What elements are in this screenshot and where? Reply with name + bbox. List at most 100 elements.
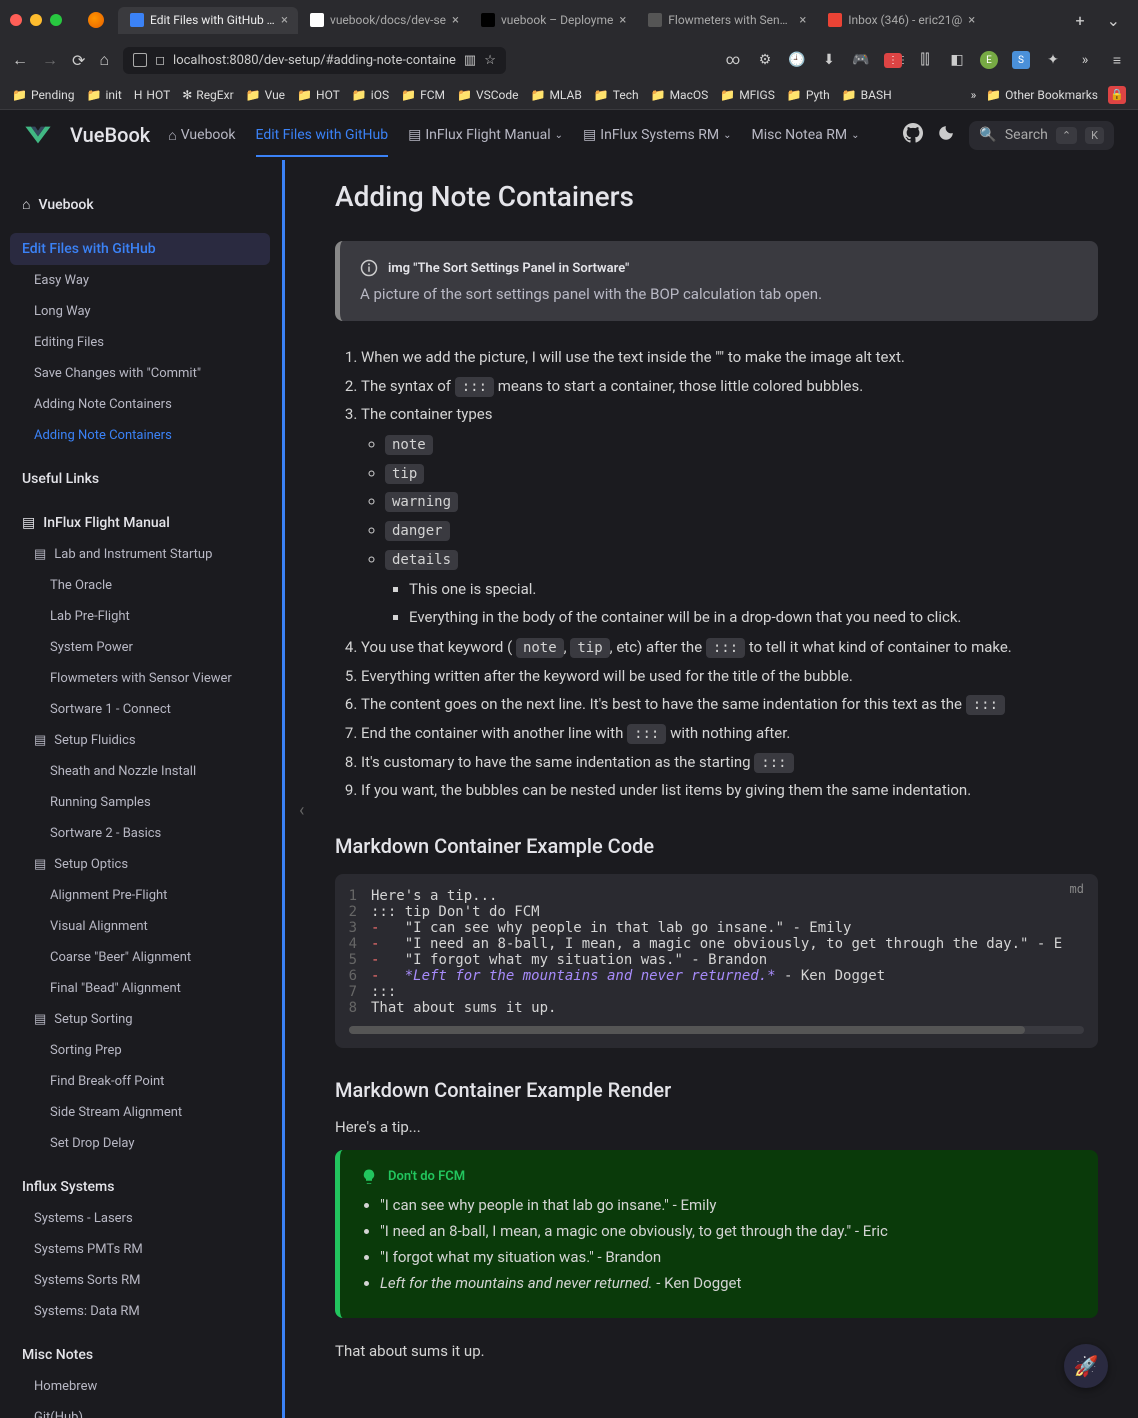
sidebar-item[interactable]: Adding Note Containers [10,389,270,420]
sidebar-item[interactable]: Systems Sorts RM [10,1265,270,1296]
bookmark-star-icon[interactable]: ☆ [484,53,496,68]
reload-button[interactable]: ⟳ [72,51,85,70]
bookmark-item[interactable]: 📁Tech [594,88,639,102]
theme-toggle-icon[interactable] [937,124,955,146]
sidebar-item[interactable]: Lab Pre-Flight [10,601,270,632]
vuebook-logo-icon[interactable] [24,125,52,145]
bookmark-item[interactable]: 📁init [87,88,122,102]
sidebar-item[interactable]: Running Samples [10,787,270,818]
sidebar-item[interactable]: ▤Setup Fluidics [10,725,270,756]
sidebar-item[interactable]: Side Stream Alignment [10,1097,270,1128]
overflow-icon[interactable]: » [1076,52,1094,68]
nav-item[interactable]: ⌂Vuebook [168,127,235,144]
maximize-window-icon[interactable] [50,14,62,26]
bookmark-item[interactable]: 📁iOS [352,88,389,102]
close-window-icon[interactable] [10,14,22,26]
sidebar-item[interactable]: Visual Alignment [10,911,270,942]
scroll-to-top-button[interactable]: 🚀 [1064,1344,1108,1388]
sidebar-item[interactable]: Systems: Data RM [10,1296,270,1327]
close-tab-icon[interactable]: × [799,13,806,28]
extensions-icon[interactable]: ✦ [1044,52,1062,68]
code-scrollbar[interactable] [349,1026,1084,1034]
browser-tab[interactable]: vuebook – Deployme× [469,7,636,34]
bookmark-item[interactable]: 📁Pyth [787,88,830,102]
sidebar-item[interactable]: ▤Setup Optics [10,849,270,880]
sidebar-item[interactable]: Systems PMTs RM [10,1234,270,1265]
traffic-lights[interactable] [10,14,62,26]
nav-item[interactable]: Misc Notea RM⌄ [751,127,859,143]
history-icon[interactable]: 🕘 [788,52,806,68]
sidebar-item[interactable]: Find Break-off Point [10,1066,270,1097]
minimize-window-icon[interactable] [30,14,42,26]
profile-e-icon[interactable]: E [980,51,998,69]
bookmark-item[interactable]: 📁FCM [401,88,445,102]
back-button[interactable]: ← [12,50,28,70]
menu-icon[interactable]: ≡ [1108,52,1126,69]
bookmark-item[interactable]: HHOT [134,88,170,102]
reader-mode-icon[interactable]: ▥ [464,53,476,68]
sidebar-item[interactable]: Final "Bead" Alignment [10,973,270,1004]
app-title[interactable]: VueBook [70,123,150,147]
sidebar-item[interactable]: Sortware 2 - Basics [10,818,270,849]
tab-list-button[interactable]: ⌄ [1099,11,1128,30]
sidebar-item[interactable]: Alignment Pre-Flight [10,880,270,911]
sidebar-item[interactable]: ▤Setup Sorting [10,1004,270,1035]
browser-tab[interactable]: Flowmeters with Sensor V× [636,7,816,34]
close-tab-icon[interactable]: × [281,13,288,28]
bookmark-item[interactable]: 📁BASH [842,88,892,102]
sidebar-item[interactable]: Set Drop Delay [10,1128,270,1159]
sidebar-item[interactable]: Flowmeters with Sensor Viewer [10,663,270,694]
bookmark-item[interactable]: 📁MLAB [531,88,582,102]
bookmark-item[interactable]: 📁HOT [297,88,340,102]
github-icon[interactable] [903,123,923,147]
settings-gear-icon[interactable]: ⚙ [756,52,774,68]
password-lock-icon[interactable]: 🔒 [1108,86,1126,104]
close-tab-icon[interactable]: × [619,13,626,28]
bookmark-item[interactable]: 📁MacOS [651,88,709,102]
other-bookmarks-folder[interactable]: 📁Other Bookmarks [986,88,1098,102]
nav-item[interactable]: Edit Files with GitHub [256,127,389,157]
home-button[interactable]: ⌂ [99,50,109,70]
forward-button[interactable]: → [42,50,58,70]
bookmark-item[interactable]: 📁Vue [246,88,285,102]
collapse-sidebar-button[interactable]: ‹ [299,800,304,821]
sidebar-item[interactable]: Save Changes with "Commit" [10,358,270,389]
bookmark-item[interactable]: ✻RegExr [182,88,233,102]
sidebar-item[interactable]: Editing Files [10,327,270,358]
address-bar[interactable]: ◻ localhost:8080/dev-setup/#adding-note-… [123,47,506,74]
sidebar-item[interactable]: Systems - Lasers [10,1203,270,1234]
bookmark-item[interactable]: 📁VSCode [457,88,519,102]
browser-tab[interactable]: vuebook/docs/dev-se× [298,7,469,34]
sidebar-item[interactable]: Long Way [10,296,270,327]
sidebar-item[interactable]: Easy Way [10,265,270,296]
sidebar-icon[interactable]: ◧ [948,52,966,68]
extension-badge-icon[interactable]: ⋮⋮ [884,53,902,68]
nav-item[interactable]: ▤InFlux Systems RM⌄ [583,127,731,143]
bookmarks-overflow-icon[interactable]: » [971,88,977,102]
sidebar-item[interactable]: Sortware 1 - Connect [10,694,270,725]
sidebar-item[interactable]: The Oracle [10,570,270,601]
close-tab-icon[interactable]: × [968,13,975,28]
sidebar-item[interactable]: System Power [10,632,270,663]
sidebar-item[interactable]: ▤InFlux Flight Manual [10,507,270,539]
sidebar-item[interactable]: Useful Links [10,463,270,495]
library-icon[interactable]: ⫿⫿ [916,52,934,68]
bookmark-item[interactable]: 📁MFIGS [720,88,775,102]
sidebar-item[interactable]: Edit Files with GitHub [10,233,270,265]
extension-icon[interactable]: ∞ [724,52,742,68]
sidebar-item[interactable]: ⌂Vuebook [10,188,270,221]
bookmark-item[interactable]: 📁Pending [12,88,75,102]
sidebar-item[interactable]: Coarse "Beer" Alignment [10,942,270,973]
browser-tab[interactable]: Inbox (346) - eric21@× [816,7,985,34]
nav-item[interactable]: ▤InFlux Flight Manual⌄ [408,127,563,143]
sidebar-item[interactable]: Sheath and Nozzle Install [10,756,270,787]
profile-s-icon[interactable]: S [1012,51,1030,69]
sidebar-item[interactable]: Misc Notes [10,1339,270,1371]
downloads-icon[interactable]: ⬇ [820,52,838,68]
sidebar-item[interactable]: Sorting Prep [10,1035,270,1066]
sidebar-item[interactable]: Adding Note Containers [10,420,270,451]
sidebar-item[interactable]: Git(Hub) [10,1402,270,1418]
browser-tab[interactable]: Edit Files with GitHub | Vu× [118,7,298,34]
game-icon[interactable]: 🎮 [852,52,870,68]
close-tab-icon[interactable]: × [452,13,459,28]
